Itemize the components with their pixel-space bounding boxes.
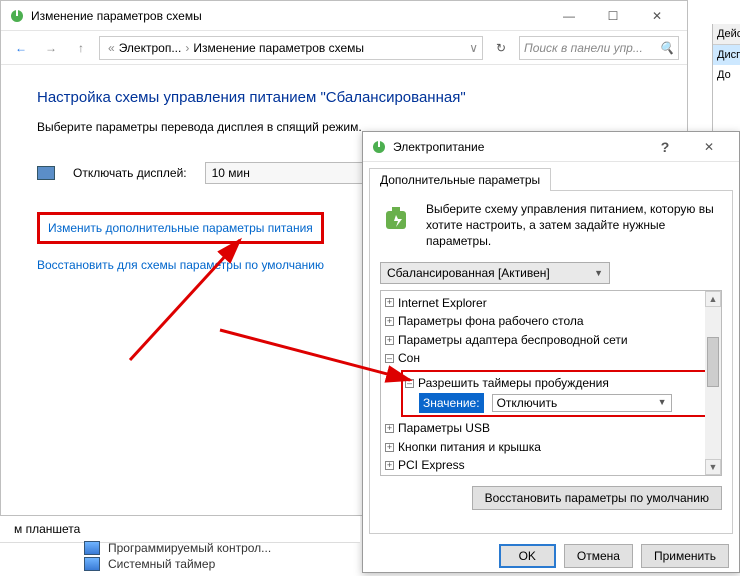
scroll-up-icon[interactable]: ▲: [705, 291, 721, 307]
expand-icon[interactable]: +: [385, 298, 394, 307]
battery-icon: [380, 201, 416, 237]
search-input[interactable]: Поиск в панели упр... 🔍: [519, 36, 679, 60]
maximize-button[interactable]: ☐: [591, 2, 635, 30]
dialog-instruction: Выберите схему управления питанием, кото…: [426, 201, 722, 250]
display-off-dropdown[interactable]: 10 мин ▼: [205, 162, 385, 184]
restore-defaults-link[interactable]: Восстановить для схемы параметры по умол…: [37, 258, 324, 272]
tab-strip: Дополнительные параметры: [363, 162, 739, 191]
tree-item[interactable]: Internet Explorer: [398, 294, 487, 313]
nav-forward-button[interactable]: →: [39, 36, 63, 60]
nav-back-button[interactable]: ←: [9, 36, 33, 60]
power-icon: [9, 8, 25, 24]
collapse-icon[interactable]: –: [385, 354, 394, 363]
page-title: Настройка схемы управления питанием "Сба…: [37, 89, 651, 106]
tree-item[interactable]: Параметры фона рабочего стола: [398, 312, 584, 331]
refresh-button[interactable]: ↻: [489, 36, 513, 60]
settings-tree: + Internet Explorer + Параметры фона рабоч…: [380, 290, 722, 476]
actions-item[interactable]: До: [713, 65, 740, 85]
wake-timer-value-dropdown[interactable]: Отключить ▼: [492, 394, 672, 412]
expand-icon[interactable]: +: [385, 336, 394, 345]
scroll-thumb[interactable]: [707, 337, 719, 387]
help-button[interactable]: ?: [643, 133, 687, 161]
tree-item[interactable]: Управление питанием процессора: [398, 475, 590, 476]
tab-panel: Выберите схему управления питанием, кото…: [369, 190, 733, 534]
display-icon: [37, 166, 55, 180]
device-icon: [84, 557, 100, 571]
value-label: Значение:: [419, 393, 484, 414]
display-off-label: Отключать дисплей:: [73, 166, 187, 180]
chevron-down-icon: ▼: [658, 396, 667, 410]
dialog-close-button[interactable]: ✕: [687, 133, 731, 161]
device-list-fragment: Программируемый контрол... Системный тай…: [84, 540, 271, 572]
chevron-down-icon: ▼: [594, 268, 603, 278]
restore-defaults-button[interactable]: Восстановить параметры по умолчанию: [472, 486, 722, 510]
actions-header: Действи: [713, 24, 740, 45]
tree-item[interactable]: Параметры USB: [398, 419, 490, 438]
expand-icon[interactable]: +: [385, 317, 394, 326]
power-scheme-dropdown[interactable]: Сбалансированная [Активен] ▼: [380, 262, 610, 284]
titlebar: Изменение параметров схемы — ☐ ✕: [1, 1, 687, 31]
tablet-mode-heading: м планшета: [0, 516, 360, 543]
tree-item[interactable]: Кнопки питания и крышка: [398, 438, 541, 457]
search-placeholder: Поиск в панели упр...: [524, 41, 643, 55]
scroll-down-icon[interactable]: ▼: [705, 459, 721, 475]
window-title: Изменение параметров схемы: [31, 9, 547, 23]
display-off-value: 10 мин: [212, 166, 250, 180]
expand-icon[interactable]: +: [385, 461, 394, 470]
toolbar: ← → ↑ « Электроп... › Изменение параметр…: [1, 31, 687, 65]
nav-up-button[interactable]: ↑: [69, 36, 93, 60]
breadcrumb-seg[interactable]: Изменение параметров схемы: [193, 41, 364, 55]
dialog-buttons: OK Отмена Применить: [363, 540, 739, 576]
search-icon: 🔍: [659, 41, 674, 55]
tree-item-wake-timers[interactable]: Разрешить таймеры пробуждения: [418, 374, 609, 393]
dialog-title: Электропитание: [393, 140, 643, 154]
close-button[interactable]: ✕: [635, 2, 679, 30]
list-item-label: Программируемый контрол...: [108, 541, 271, 555]
tree-item[interactable]: PCI Express: [398, 456, 465, 475]
cancel-button[interactable]: Отмена: [564, 544, 633, 568]
list-item-label: Системный таймер: [108, 557, 215, 571]
wake-timer-value: Отключить: [497, 394, 558, 413]
advanced-power-settings-link[interactable]: Изменить дополнительные параметры питани…: [48, 221, 313, 235]
collapse-icon[interactable]: –: [405, 379, 414, 388]
power-options-dialog: Электропитание ? ✕ Дополнительные параме…: [362, 131, 740, 573]
breadcrumb[interactable]: « Электроп... › Изменение параметров схе…: [99, 36, 483, 60]
advanced-link-highlight: Изменить дополнительные параметры питани…: [37, 212, 324, 244]
actions-item-selected[interactable]: Диспетч: [713, 45, 740, 65]
tree-item-sleep[interactable]: Сон: [398, 349, 420, 368]
tab-advanced[interactable]: Дополнительные параметры: [369, 168, 551, 191]
tree-scrollbar[interactable]: ▲ ▼: [705, 291, 721, 475]
minimize-button[interactable]: —: [547, 2, 591, 30]
tree-item[interactable]: Параметры адаптера беспроводной сети: [398, 331, 628, 350]
expand-icon[interactable]: +: [385, 424, 394, 433]
breadcrumb-seg[interactable]: Электроп...: [119, 41, 182, 55]
wake-timers-highlight: –Разрешить таймеры пробуждения Значение:…: [401, 370, 717, 417]
ok-button[interactable]: OK: [499, 544, 556, 568]
list-item[interactable]: Системный таймер: [84, 556, 271, 572]
device-icon: [84, 541, 100, 555]
expand-icon[interactable]: +: [385, 443, 394, 452]
breadcrumb-dropdown-icon[interactable]: ∨: [469, 41, 478, 55]
apply-button[interactable]: Применить: [641, 544, 729, 568]
power-icon: [371, 139, 387, 155]
dialog-titlebar: Электропитание ? ✕: [363, 132, 739, 162]
power-scheme-value: Сбалансированная [Активен]: [387, 266, 550, 280]
list-item[interactable]: Программируемый контрол...: [84, 540, 271, 556]
